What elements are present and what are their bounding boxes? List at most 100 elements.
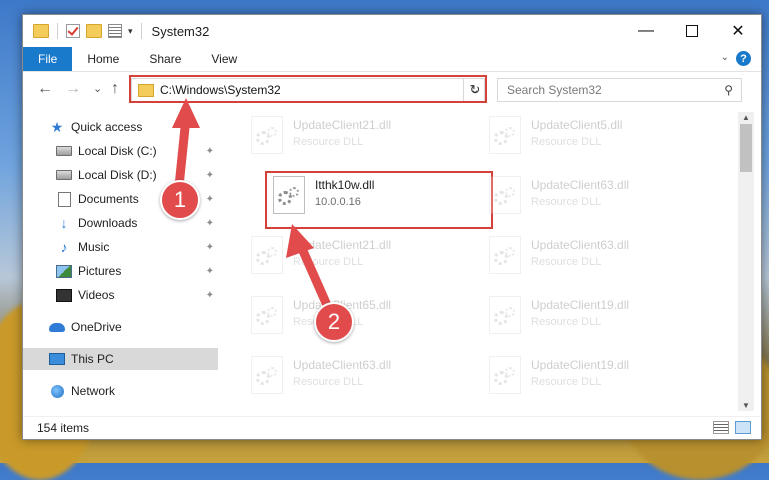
address-highlight-box bbox=[129, 75, 487, 103]
sidebar-item-label: Pictures bbox=[78, 264, 122, 278]
properties-icon[interactable] bbox=[108, 24, 122, 38]
sidebar-item-label: Local Disk (C:) bbox=[78, 144, 157, 158]
sidebar-item-quick-access[interactable]: ★ Quick access bbox=[23, 116, 218, 138]
file-type: Resource DLL bbox=[531, 196, 602, 208]
divider bbox=[57, 23, 58, 39]
customize-dropdown-icon[interactable]: ▾ bbox=[128, 26, 133, 37]
file-item[interactable]: UpdateClient65.dll Resource DLL bbox=[245, 294, 475, 340]
file-item[interactable]: UpdateClient5.dll Resource DLL bbox=[483, 114, 713, 160]
pin-icon[interactable]: ✦ bbox=[206, 266, 214, 277]
star-icon: ★ bbox=[50, 118, 64, 135]
scrollbar-thumb[interactable] bbox=[740, 124, 752, 172]
file-type: Resource DLL bbox=[531, 376, 602, 388]
disk-icon bbox=[56, 144, 72, 158]
file-name: UpdateClient63.dll bbox=[531, 178, 630, 192]
pin-icon[interactable]: ✦ bbox=[206, 290, 214, 301]
forward-button[interactable]: → bbox=[65, 80, 81, 98]
status-bar: 154 items bbox=[23, 416, 761, 439]
properties-check-icon[interactable] bbox=[66, 24, 80, 38]
sidebar-item-label: Music bbox=[78, 240, 110, 254]
minimize-button[interactable]: — bbox=[623, 15, 669, 47]
navigation-bar: ← → ⌄ ↑ C:\Windows\System32 ⌄ ↻ Search S… bbox=[23, 72, 761, 106]
dll-file-icon bbox=[251, 236, 283, 274]
pin-icon[interactable]: ✦ bbox=[206, 146, 214, 157]
help-button[interactable]: ? bbox=[736, 51, 751, 66]
videos-icon bbox=[56, 288, 72, 302]
scroll-up-icon[interactable]: ▲ bbox=[738, 113, 754, 122]
downloads-icon: ↓ bbox=[60, 215, 68, 231]
sidebar-item-music[interactable]: ♪ Music ✦ bbox=[23, 236, 218, 258]
file-item[interactable]: UpdateClient19.dll Resource DLL bbox=[483, 294, 713, 340]
recent-locations-button[interactable]: ⌄ bbox=[93, 82, 102, 95]
title-bar: ▾ System32 — ✕ bbox=[23, 15, 761, 47]
sidebar-item-this-pc[interactable]: This PC bbox=[23, 348, 218, 370]
sidebar-item-label: Downloads bbox=[78, 216, 138, 230]
details-view-button[interactable] bbox=[713, 421, 729, 434]
file-item[interactable]: UpdateClient21.dll Resource DLL bbox=[245, 234, 475, 280]
ribbon-tabs: File Home Share View ⌄ ? bbox=[23, 47, 761, 72]
file-name: UpdateClient19.dll bbox=[531, 358, 630, 372]
explorer-window: ▾ System32 — ✕ File Home Share View ⌄ ? … bbox=[22, 14, 762, 440]
back-button[interactable]: ← bbox=[37, 80, 53, 98]
dll-file-icon bbox=[251, 296, 283, 334]
file-name: UpdateClient21.dll bbox=[293, 238, 392, 252]
window-title: System32 bbox=[151, 23, 210, 39]
navigation-pane: ★ Quick access Local Disk (C:) ✦ Local D… bbox=[23, 112, 218, 406]
search-icon: ⚲ bbox=[724, 83, 733, 97]
sidebar-item-pictures[interactable]: Pictures ✦ bbox=[23, 260, 218, 282]
pin-icon[interactable]: ✦ bbox=[206, 242, 214, 253]
file-name: UpdateClient19.dll bbox=[531, 298, 630, 312]
file-type: Resource DLL bbox=[531, 256, 602, 268]
dll-file-icon bbox=[489, 176, 521, 214]
expand-ribbon-icon[interactable]: ⌄ bbox=[721, 52, 729, 63]
scroll-down-icon[interactable]: ▼ bbox=[738, 401, 754, 410]
tab-home[interactable]: Home bbox=[72, 47, 134, 71]
sidebar-item-label: OneDrive bbox=[71, 320, 122, 334]
step-2-badge: 2 bbox=[314, 302, 354, 342]
file-type: Resource DLL bbox=[293, 376, 364, 388]
file-item[interactable]: UpdateClient21.dll Resource DLL bbox=[245, 114, 475, 160]
pin-icon[interactable]: ✦ bbox=[206, 194, 214, 205]
dll-file-icon bbox=[489, 356, 521, 394]
dll-file-icon bbox=[489, 116, 521, 154]
file-item[interactable]: UpdateClient63.dll Resource DLL bbox=[245, 354, 475, 400]
sidebar-item-onedrive[interactable]: OneDrive bbox=[23, 316, 218, 338]
sidebar-item-network[interactable]: Network bbox=[23, 380, 218, 402]
up-button[interactable]: ↑ bbox=[111, 80, 119, 98]
file-type: Resource DLL bbox=[293, 256, 364, 268]
sidebar-item-label: Quick access bbox=[71, 120, 143, 134]
maximize-button[interactable] bbox=[669, 15, 715, 47]
file-name: UpdateClient5.dll bbox=[531, 118, 623, 132]
maximize-icon bbox=[686, 25, 698, 37]
tab-share[interactable]: Share bbox=[134, 47, 196, 71]
pin-icon[interactable]: ✦ bbox=[206, 170, 214, 181]
file-item[interactable]: UpdateClient63.dll Resource DLL bbox=[483, 234, 713, 280]
dll-file-icon bbox=[251, 356, 283, 394]
new-folder-icon[interactable] bbox=[86, 24, 102, 38]
sidebar-item-label: Network bbox=[71, 384, 116, 398]
file-type: Resource DLL bbox=[293, 136, 364, 148]
sidebar-item-local-disk-c[interactable]: Local Disk (C:) ✦ bbox=[23, 140, 218, 162]
step-1-badge: 1 bbox=[160, 180, 200, 220]
dll-file-icon bbox=[251, 116, 283, 154]
file-name: UpdateClient63.dll bbox=[531, 238, 630, 252]
search-input[interactable]: Search System32 bbox=[507, 83, 724, 97]
tab-view[interactable]: View bbox=[196, 47, 252, 71]
pin-icon[interactable]: ✦ bbox=[206, 218, 214, 229]
sidebar-item-videos[interactable]: Videos ✦ bbox=[23, 284, 218, 306]
file-item[interactable]: UpdateClient63.dll Resource DLL bbox=[483, 174, 713, 220]
sidebar-item-label: Local Disk (D:) bbox=[78, 168, 157, 182]
cloud-icon bbox=[49, 320, 65, 334]
vertical-scrollbar[interactable]: ▲ ▼ bbox=[738, 112, 754, 411]
close-button[interactable]: ✕ bbox=[715, 15, 761, 47]
disk-icon bbox=[56, 168, 72, 182]
dll-file-icon bbox=[489, 236, 521, 274]
large-icons-view-button[interactable] bbox=[735, 421, 751, 434]
file-highlight-box bbox=[265, 171, 493, 229]
close-icon: ✕ bbox=[731, 23, 745, 40]
file-item[interactable]: UpdateClient19.dll Resource DLL bbox=[483, 354, 713, 400]
search-box[interactable]: Search System32 ⚲ bbox=[497, 78, 742, 102]
file-list: UpdateClient21.dll Resource DLL UpdateCl… bbox=[241, 112, 738, 406]
tab-file[interactable]: File bbox=[23, 47, 73, 71]
dll-file-icon bbox=[489, 296, 521, 334]
